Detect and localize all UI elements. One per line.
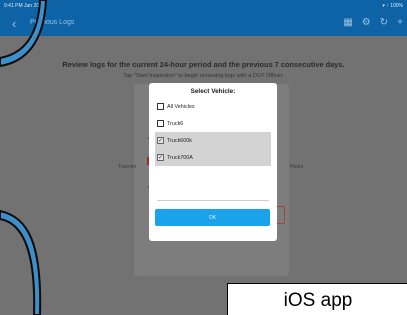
vehicle-option-truck700a[interactable]: ✓ Truck700A: [155, 149, 271, 166]
page-headline: Review logs for the current 24-hour peri…: [62, 60, 345, 69]
divider: [157, 200, 269, 201]
status-indicators: ▾ ↑ 100%: [382, 3, 403, 9]
refresh-icon[interactable]: ↻: [380, 17, 388, 29]
nav-actions: ▦ ⚙ ↻ +: [343, 17, 403, 29]
ipad-screen: 9:41 PM Jan 20 ▾ ↑ 100% ‹ Previous Logs …: [0, 0, 407, 315]
checkbox[interactable]: [157, 103, 164, 110]
vehicle-option-all[interactable]: All Vehicles: [155, 98, 271, 115]
option-label: Truck600k: [167, 137, 192, 144]
vehicle-option-truck6[interactable]: Truck6: [155, 115, 271, 132]
callout-arc-top: [0, 0, 48, 68]
vehicle-option-truck600k[interactable]: ✓ Truck600k: [155, 132, 271, 149]
checkbox[interactable]: [157, 120, 164, 127]
settings-icon[interactable]: ⚙: [362, 17, 371, 29]
select-vehicle-dialog: Select Vehicle: All Vehicles Truck6 ✓ Tr…: [149, 83, 277, 241]
option-label: Truck700A: [167, 154, 193, 161]
status-bar: 9:41 PM Jan 20 ▾ ↑ 100%: [0, 0, 407, 12]
navigation-bar: ‹ Previous Logs ▦ ⚙ ↻ +: [0, 12, 407, 36]
export-icon[interactable]: ▦: [343, 17, 352, 29]
callout-arc-bottom: [0, 209, 42, 315]
option-label: Truck6: [167, 120, 184, 127]
add-icon[interactable]: +: [397, 17, 403, 29]
checkmark-icon: ✓: [157, 154, 164, 161]
transfer-label: Transfer: [118, 164, 137, 170]
caption-text: iOS app: [283, 290, 353, 311]
checkbox-checked[interactable]: ✓: [157, 154, 164, 161]
checkbox-checked[interactable]: ✓: [157, 137, 164, 144]
option-label: All Vehicles: [167, 103, 195, 110]
checkmark-icon: ✓: [157, 137, 164, 144]
dialog-title: Select Vehicle:: [190, 88, 236, 95]
ok-button[interactable]: OK: [155, 209, 270, 226]
vehicle-list: All Vehicles Truck6 ✓ Truck600k ✓ Truck7…: [155, 98, 271, 166]
hours-label: Hours: [290, 164, 304, 170]
caption-box: iOS app: [227, 283, 407, 315]
page-subline: Tap "Start Inspection" to begin reviewin…: [123, 73, 284, 79]
